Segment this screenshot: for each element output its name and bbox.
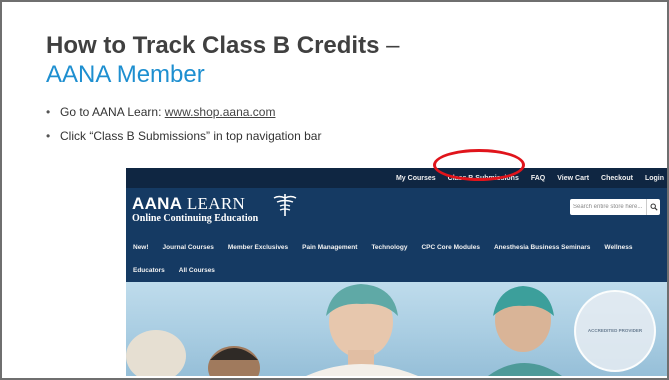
top-bar: My Courses Class B Submissions FAQ View … bbox=[126, 168, 667, 188]
shop-link[interactable]: www.shop.aana.com bbox=[165, 105, 276, 119]
badge-text: ACCREDITED PROVIDER bbox=[587, 328, 643, 333]
website-screenshot: My Courses Class B Submissions FAQ View … bbox=[126, 168, 667, 376]
logo-aana: AANA bbox=[132, 194, 183, 213]
title-line-2: AANA Member bbox=[46, 61, 205, 88]
title-dash: – bbox=[379, 32, 400, 59]
bullet-list: Go to AANA Learn: www.shop.aana.com Clic… bbox=[46, 100, 321, 148]
nav-member-exclusives[interactable]: Member Exclusives bbox=[228, 244, 288, 251]
nav-educators[interactable]: Educators bbox=[133, 267, 165, 274]
accredited-provider-badge: ACCREDITED PROVIDER bbox=[574, 290, 656, 372]
nav-faq[interactable]: FAQ bbox=[531, 175, 545, 182]
site-logo[interactable]: AANA LEARN Online Continuing Education bbox=[132, 195, 258, 225]
nav-all-courses[interactable]: All Courses bbox=[179, 267, 215, 274]
logo-subtitle: Online Continuing Education bbox=[132, 213, 259, 224]
hero-banner: ACCREDITED PROVIDER bbox=[126, 282, 667, 376]
slide: How to Track Class B Credits – AANA Memb… bbox=[0, 0, 669, 380]
main-nav-row-2: Educators All Courses bbox=[126, 259, 667, 282]
nav-view-cart[interactable]: View Cart bbox=[557, 175, 589, 182]
title-bold: How to Track Class B Credits bbox=[46, 32, 380, 59]
nav-wellness[interactable]: Wellness bbox=[604, 244, 632, 251]
logo-wordmark: AANA LEARN bbox=[132, 195, 258, 213]
nav-journal-courses[interactable]: Journal Courses bbox=[163, 244, 214, 251]
nav-class-b-submissions[interactable]: Class B Submissions bbox=[448, 175, 519, 182]
site-header: AANA LEARN Online Continuing Education bbox=[126, 188, 667, 236]
title-line-1: How to Track Class B Credits – bbox=[46, 32, 399, 60]
bullet-1-text: Go to AANA Learn: bbox=[60, 105, 165, 119]
nav-my-courses[interactable]: My Courses bbox=[396, 175, 436, 182]
top-navigation: My Courses Class B Submissions FAQ View … bbox=[396, 168, 664, 188]
caduceus-emblem-icon bbox=[273, 194, 297, 216]
bullet-item-2: Click “Class B Submissions” in top navig… bbox=[46, 124, 321, 148]
nav-anesthesia-business-seminars[interactable]: Anesthesia Business Seminars bbox=[494, 244, 590, 251]
main-nav-row-1: New! Journal Courses Member Exclusives P… bbox=[126, 236, 667, 259]
bullet-item-1: Go to AANA Learn: www.shop.aana.com bbox=[46, 100, 321, 124]
search-input[interactable] bbox=[570, 204, 646, 210]
search-box bbox=[570, 199, 660, 215]
logo-learn: LEARN bbox=[186, 194, 246, 213]
search-icon bbox=[650, 203, 658, 211]
main-navigation: New! Journal Courses Member Exclusives P… bbox=[126, 236, 667, 282]
nav-login[interactable]: Login bbox=[645, 175, 664, 182]
nav-cpc-core-modules[interactable]: CPC Core Modules bbox=[421, 244, 480, 251]
slide-title: How to Track Class B Credits – AANA Memb… bbox=[46, 32, 399, 90]
nav-pain-management[interactable]: Pain Management bbox=[302, 244, 357, 251]
nav-checkout[interactable]: Checkout bbox=[601, 175, 633, 182]
nav-technology[interactable]: Technology bbox=[371, 244, 407, 251]
nav-new[interactable]: New! bbox=[133, 244, 149, 251]
search-button[interactable] bbox=[646, 199, 660, 215]
